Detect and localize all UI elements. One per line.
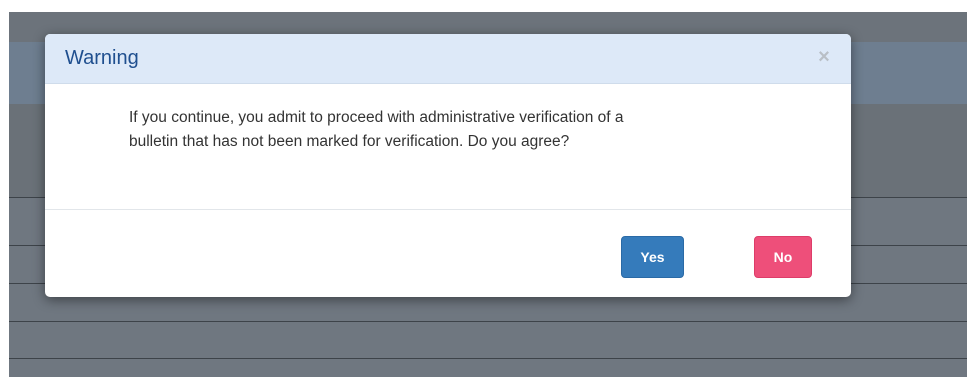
no-button[interactable]: No (754, 236, 812, 278)
warning-dialog: Warning × If you continue, you admit to … (45, 34, 851, 297)
dialog-message: If you continue, you admit to proceed wi… (129, 106, 729, 154)
background-divider (9, 321, 967, 322)
dialog-body: If you continue, you admit to proceed wi… (45, 84, 851, 209)
dialog-title: Warning (65, 47, 139, 69)
dialog-message-line: bulletin that has not been marked for ve… (129, 133, 570, 150)
dialog-footer: Yes No (45, 209, 851, 297)
screen: Warning × If you continue, you admit to … (0, 0, 967, 377)
dialog-message-line: If you continue, you admit to proceed wi… (129, 109, 624, 126)
yes-button[interactable]: Yes (621, 236, 684, 278)
dialog-header: Warning × (45, 34, 851, 84)
background-divider (9, 358, 967, 359)
close-icon[interactable]: × (815, 46, 833, 68)
